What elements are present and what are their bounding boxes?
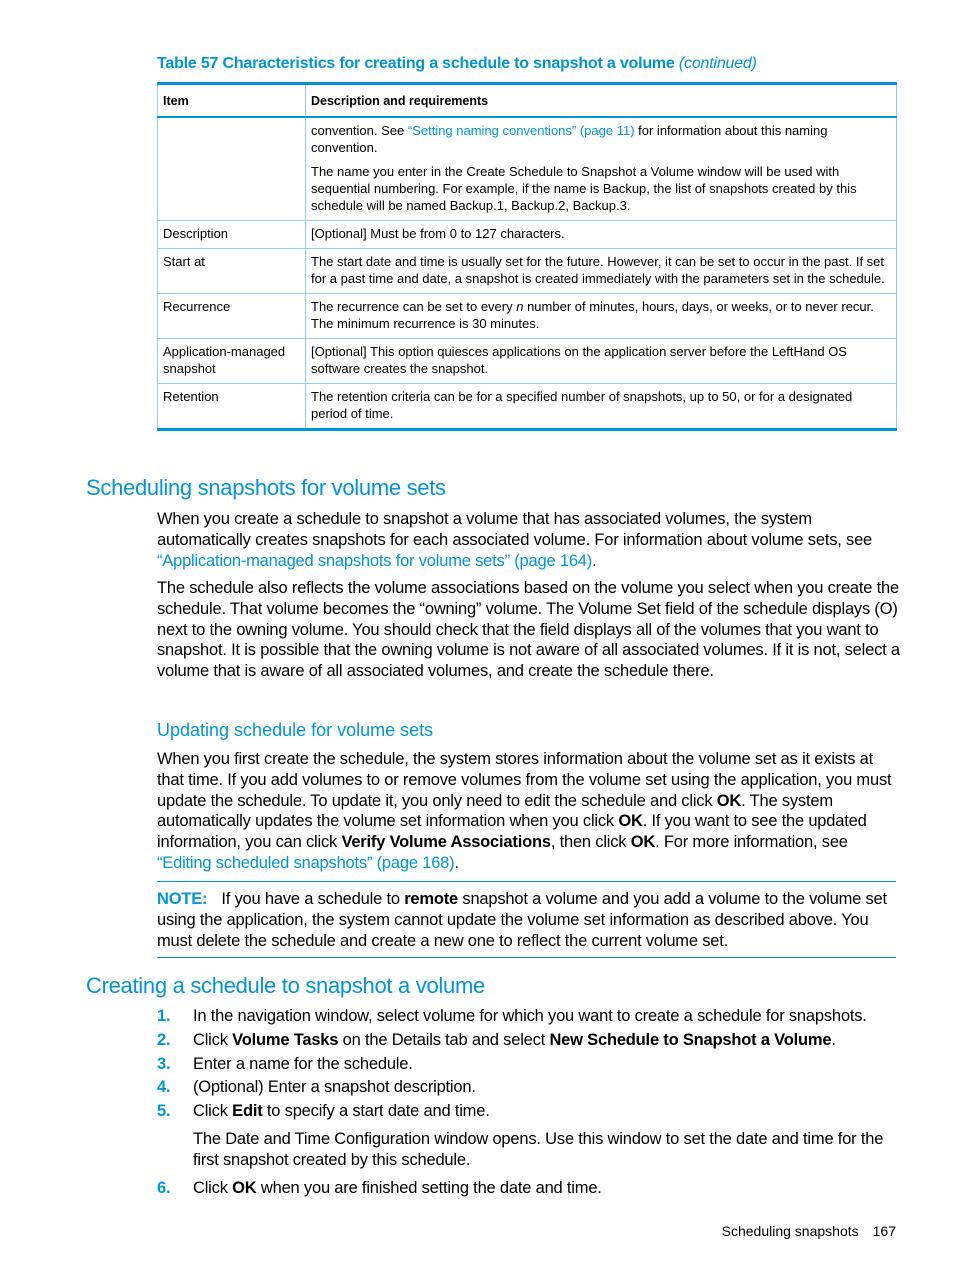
step-number: 1. (157, 1007, 171, 1025)
cell-description: The retention criteria can be for a spec… (305, 383, 897, 430)
link-editing-scheduled-snapshots[interactable]: “Editing scheduled snapshots” (page 168) (157, 854, 455, 872)
page-footer: Scheduling snapshots 167 (722, 1223, 896, 1239)
list-item: 6. Click OK when you are finished setting… (157, 1178, 902, 1199)
step-number: 6. (157, 1178, 171, 1197)
step-number: 3. (157, 1054, 171, 1073)
paragraph: The schedule also reflects the volume as… (157, 579, 900, 681)
table-row: Description [Optional] Must be from 0 to… (157, 220, 897, 249)
step-detail: The Date and Time Configuration window o… (193, 1129, 884, 1169)
text: . (592, 551, 597, 570)
text: If you have a schedule to (221, 890, 405, 908)
text: (Optional) Enter a snapshot description. (193, 1078, 476, 1097)
list-item: 5. Click Edit to specify a start date and… (157, 1101, 902, 1170)
text: . (831, 1030, 836, 1049)
text: In the navigation window, select volume … (193, 1007, 867, 1025)
section-heading-volume-sets: Scheduling snapshots for volume sets (86, 475, 446, 500)
subsection-heading-updating: Updating schedule for volume sets (157, 720, 434, 740)
cell-description: The recurrence can be set to every n num… (305, 293, 897, 339)
text-bold: OK (716, 791, 742, 810)
cell-item: Retention (157, 383, 306, 430)
table-row: Recurrence The recurrence can be set to … (157, 293, 897, 339)
cell-paragraph: The name you enter in the Create Schedul… (311, 164, 857, 213)
note-label: NOTE: (157, 890, 208, 908)
step-number: 5. (157, 1102, 171, 1121)
table-caption: Table 57 Characteristics for creating a … (157, 55, 757, 73)
text: Click (193, 1102, 233, 1121)
text: to specify a start date and time. (262, 1102, 490, 1121)
text-bold: Volume Tasks (232, 1030, 339, 1049)
text: The recurrence can be set to every (311, 299, 517, 314)
cell-description: [Optional] This option quiesces applicat… (305, 338, 897, 384)
step-number: 4. (157, 1078, 171, 1097)
list-item: 3. Enter a name for the schedule. (157, 1054, 902, 1075)
note-box: NOTE: If you have a schedule to remote sn… (157, 889, 902, 951)
table-caption-title: Table 57 Characteristics for creating a … (157, 55, 675, 72)
note-top-divider (157, 881, 896, 882)
footer-section-title: Scheduling snapshots (721, 1223, 859, 1239)
table-row: convention. See “Setting naming conventi… (157, 116, 897, 221)
text-bold: Edit (232, 1102, 263, 1121)
table-row: Start at The start date and time is usua… (157, 248, 897, 294)
text-bold: OK (232, 1178, 257, 1197)
cell-item: Application-managed snapshot (157, 338, 306, 384)
header-item: Item (157, 83, 306, 118)
text-bold: remote (404, 890, 459, 908)
text: convention. See (311, 123, 408, 138)
text: on the Details tab and select (338, 1030, 550, 1049)
table-header-row: Item Description and requirements (157, 83, 897, 118)
text: . For more information, see (655, 833, 848, 852)
link-app-managed-snapshots[interactable]: “Application-managed snapshots for volum… (157, 552, 592, 570)
paragraph: When you first create the schedule, the … (157, 749, 902, 874)
text: Click (193, 1030, 233, 1049)
text-bold: New Schedule to Snapshot a Volume (549, 1030, 832, 1049)
list-item: 1. In the navigation window, select volum… (157, 1006, 902, 1027)
cell-description: [Optional] Must be from 0 to 127 charact… (305, 220, 897, 249)
characteristics-table: Item Description and requirements conven… (157, 82, 897, 431)
text: When you create a schedule to snapshot a… (157, 510, 873, 549)
text: when you are finished setting the date a… (256, 1178, 602, 1197)
table-row: Application-managed snapshot [Optional] … (157, 338, 897, 384)
cell-item: Start at (157, 248, 306, 294)
table-row: Retention The retention criteria can be … (157, 383, 897, 430)
text-bold: OK (630, 833, 656, 852)
text-bold: Verify Volume Associations (341, 833, 551, 852)
link-naming-conventions[interactable]: “Setting naming conventions” (page 11) (408, 123, 635, 138)
cell-description: convention. See “Setting naming conventi… (305, 116, 897, 221)
note-bottom-divider (157, 957, 896, 958)
steps-list: 1. In the navigation window, select volum… (157, 1006, 902, 1201)
section-heading-creating-schedule: Creating a schedule to snapshot a volume (86, 973, 485, 998)
text-bold: OK (618, 812, 643, 831)
list-item: 2. Click Volume Tasks on the Details tab … (157, 1030, 902, 1051)
cell-item: Description (157, 220, 306, 249)
text: , then click (550, 833, 631, 852)
cell-item (157, 116, 306, 221)
paragraph: When you create a schedule to snapshot a… (157, 509, 902, 571)
list-item: 4. (Optional) Enter a snapshot descriptio… (157, 1077, 902, 1098)
cell-item: Recurrence (157, 293, 306, 339)
cell-description: The start date and time is usually set f… (305, 248, 897, 294)
table-caption-continued: (continued) (678, 55, 757, 72)
step-number: 2. (157, 1030, 171, 1049)
header-description: Description and requirements (305, 83, 897, 118)
text: Click (193, 1178, 233, 1197)
text: . (454, 853, 459, 872)
text: Enter a name for the schedule. (193, 1054, 413, 1073)
page-number: 167 (872, 1223, 896, 1239)
